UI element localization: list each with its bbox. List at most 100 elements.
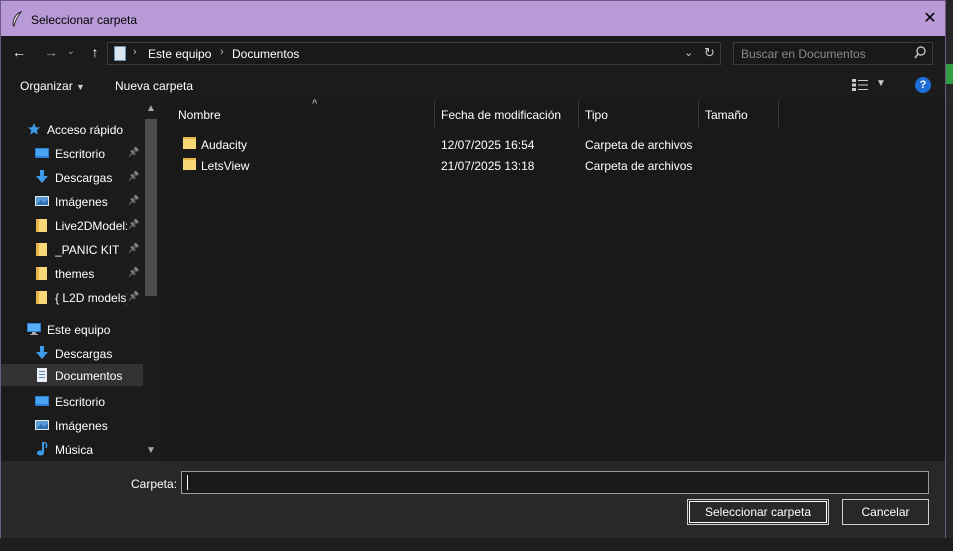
sidebar-item-label: Acceso rápido	[47, 123, 124, 137]
column-header-modified[interactable]: Fecha de modificación	[435, 101, 579, 127]
file-type: Carpeta de archivos	[585, 138, 693, 152]
pin-icon: 📌	[128, 171, 140, 181]
sidebar-item-label: Descargas	[55, 171, 113, 185]
pin-icon: 📌	[128, 147, 140, 157]
navigation-scrollbar[interactable]: ▲ ▼	[143, 101, 159, 461]
sidebar-item[interactable]: Acceso rápido	[1, 118, 143, 140]
chevron-down-icon[interactable]: ⌄	[684, 46, 693, 59]
recent-locations-button[interactable]: ⌄	[61, 42, 81, 62]
sidebar-item-label: Live2DModel:	[55, 219, 127, 233]
folder-icon	[35, 218, 49, 232]
up-button[interactable]: ↑	[85, 42, 105, 62]
search-box[interactable]: Buscar en Documentos	[733, 42, 933, 65]
sidebar-item[interactable]: Descargas	[1, 342, 143, 364]
star-icon	[27, 122, 41, 136]
file-name: Audacity	[201, 138, 248, 152]
caret-down-icon: ▼	[76, 82, 85, 92]
sidebar-item[interactable]: Imágenes 📌	[1, 190, 143, 212]
sidebar-item[interactable]: Música	[1, 438, 143, 460]
file-modified: 21/07/2025 13:18	[441, 159, 535, 173]
address-bar[interactable]: › Este equipo › Documentos ⌄ ↻	[107, 42, 721, 65]
close-button[interactable]: ✕	[917, 6, 943, 32]
file-row[interactable]: LetsView 21/07/2025 13:18 Carpeta de arc…	[161, 154, 945, 175]
new-folder-button[interactable]: Nueva carpeta	[115, 79, 193, 93]
desktop-icon	[35, 394, 49, 408]
title-bar: Seleccionar carpeta ✕	[1, 1, 945, 36]
forward-button[interactable]: →	[41, 42, 61, 62]
sort-ascending-icon: ^	[312, 98, 318, 108]
file-row[interactable]: Audacity 12/07/2025 16:54 Carpeta de arc…	[161, 133, 945, 154]
download-icon	[35, 346, 49, 360]
sidebar-item[interactable]: Documentos	[1, 364, 143, 386]
documents-location-icon	[114, 46, 126, 61]
sidebar-item-label: Imágenes	[55, 419, 108, 433]
sidebar-item[interactable]: { L2D models} 📌	[1, 286, 143, 308]
folder-icon	[183, 137, 196, 149]
sidebar-item-label: Documentos	[55, 369, 123, 383]
sidebar-item[interactable]: Escritorio	[1, 390, 143, 412]
pin-icon: 📌	[128, 267, 140, 277]
column-header-size[interactable]: Tamaño	[699, 101, 779, 127]
dialog-footer: Carpeta: Seleccionar carpeta Cancelar	[1, 461, 945, 538]
sidebar-item-label: _PANIC KIT	[55, 243, 120, 257]
folder-name-input[interactable]	[181, 471, 929, 494]
file-modified: 12/07/2025 16:54	[441, 138, 535, 152]
view-details-icon[interactable]	[852, 79, 868, 91]
feather-icon	[12, 11, 23, 27]
sidebar-item[interactable]: _PANIC KIT 📌	[1, 238, 143, 260]
cancel-button[interactable]: Cancelar	[842, 499, 929, 525]
sidebar-item[interactable]: Live2DModel: 📌	[1, 214, 143, 236]
select-folder-button[interactable]: Seleccionar carpeta	[687, 499, 829, 525]
pin-icon: 📌	[128, 195, 140, 205]
scroll-down-icon[interactable]: ▼	[146, 445, 156, 456]
file-name: LetsView	[201, 159, 250, 173]
sidebar-item[interactable]: Escritorio 📌	[1, 142, 143, 164]
text-caret	[187, 475, 188, 490]
navigation-bar: ← → ⌄ ↑ › Este equipo › Documentos ⌄ ↻ B…	[1, 36, 945, 70]
column-header-name[interactable]: Nombre ^	[172, 98, 435, 127]
back-button[interactable]: ←	[9, 42, 29, 62]
search-icon[interactable]	[914, 46, 926, 59]
sidebar-item-label: themes	[55, 267, 95, 281]
sidebar-item-label: Escritorio	[55, 395, 106, 409]
pictures-icon	[35, 418, 49, 432]
chevron-right-icon: ›	[133, 46, 137, 58]
pin-icon: 📌	[128, 291, 140, 301]
sidebar-item[interactable]: Descargas 📌	[1, 166, 143, 188]
view-options-dropdown-icon[interactable]: ▼	[876, 78, 886, 89]
search-placeholder: Buscar en Documentos	[741, 47, 866, 61]
sidebar-item[interactable]: themes 📌	[1, 262, 143, 284]
help-icon[interactable]: ?	[915, 77, 931, 93]
folder-icon	[35, 242, 49, 256]
chevron-right-icon: ›	[220, 46, 224, 58]
desktop-icon	[35, 146, 49, 160]
breadcrumb-documentos[interactable]: Documentos	[232, 47, 299, 61]
column-header-type[interactable]: Tipo	[579, 101, 699, 127]
organize-button[interactable]: Organizar ▼	[20, 79, 85, 93]
background-window-accent	[946, 64, 953, 84]
sidebar-item-label: Música	[55, 443, 94, 457]
breadcrumb-este-equipo[interactable]: Este equipo	[148, 47, 211, 61]
music-icon	[35, 441, 49, 456]
background-taskarea	[0, 538, 953, 551]
pictures-icon	[35, 194, 49, 208]
folder-picker-dialog: Seleccionar carpeta ✕ ← → ⌄ ↑ › Este equ…	[0, 0, 946, 538]
sidebar-item-label: Escritorio	[55, 147, 106, 161]
folder-icon	[183, 158, 196, 170]
download-icon	[35, 170, 49, 184]
scroll-thumb[interactable]	[145, 119, 157, 296]
folder-field-label: Carpeta:	[131, 477, 178, 491]
navigation-pane: Acceso rápido Escritorio 📌 Descargas 📌 Imágen…	[1, 101, 161, 461]
folder-icon	[35, 290, 49, 304]
pin-icon: 📌	[128, 219, 140, 229]
scroll-up-icon[interactable]: ▲	[146, 103, 156, 114]
documents-icon	[35, 368, 49, 382]
sidebar-item[interactable]: Este equipo	[1, 318, 143, 340]
sidebar-item-label: Imágenes	[55, 195, 108, 209]
refresh-icon[interactable]: ↻	[704, 45, 715, 61]
command-bar: Organizar ▼ Nueva carpeta ▼ ?	[1, 70, 945, 101]
sidebar-item[interactable]: Imágenes	[1, 414, 143, 436]
sidebar-item-label: Descargas	[55, 347, 113, 361]
sidebar-item-label: { L2D models}	[55, 291, 127, 305]
sidebar-item-label: Este equipo	[47, 323, 111, 337]
